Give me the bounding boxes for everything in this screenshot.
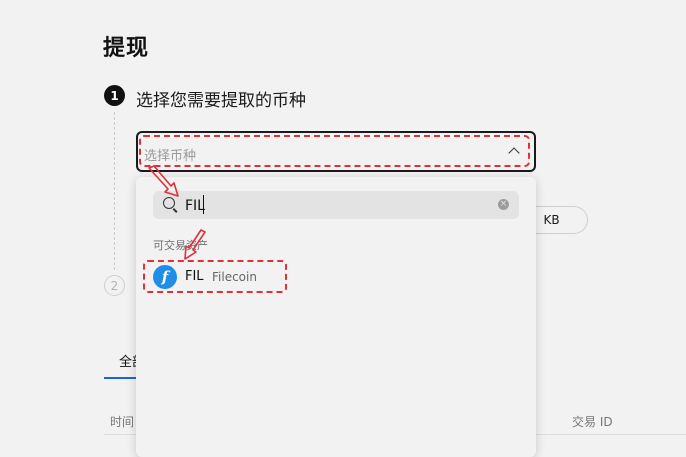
table-divider bbox=[536, 434, 686, 435]
annotation-highlight-select bbox=[139, 135, 530, 167]
step-connector-line bbox=[114, 112, 115, 270]
clear-icon[interactable]: × bbox=[498, 199, 509, 210]
table-divider bbox=[104, 434, 136, 435]
step-2-badge: 2 bbox=[104, 275, 125, 296]
step-1-title: 选择您需要提取的币种 bbox=[136, 91, 306, 111]
okb-option-label: OKB bbox=[534, 213, 560, 227]
tab-active-indicator bbox=[104, 377, 136, 379]
annotation-highlight-coin-option bbox=[143, 260, 287, 293]
coin-dropdown-panel bbox=[136, 177, 536, 457]
column-header-tx-id: 交易 ID bbox=[572, 415, 613, 429]
tab-all[interactable]: 全部 bbox=[119, 351, 136, 370]
step-1-badge: 1 bbox=[104, 85, 125, 106]
page-title: 提现 bbox=[103, 36, 150, 61]
search-icon bbox=[163, 197, 175, 209]
column-header-time: 时间 bbox=[110, 415, 135, 429]
coin-search-value[interactable]: FIL bbox=[185, 198, 205, 214]
section-label-tradable-assets: 可交易资产 bbox=[153, 239, 208, 252]
coin-search-input[interactable] bbox=[153, 191, 519, 219]
text-cursor bbox=[203, 195, 204, 214]
